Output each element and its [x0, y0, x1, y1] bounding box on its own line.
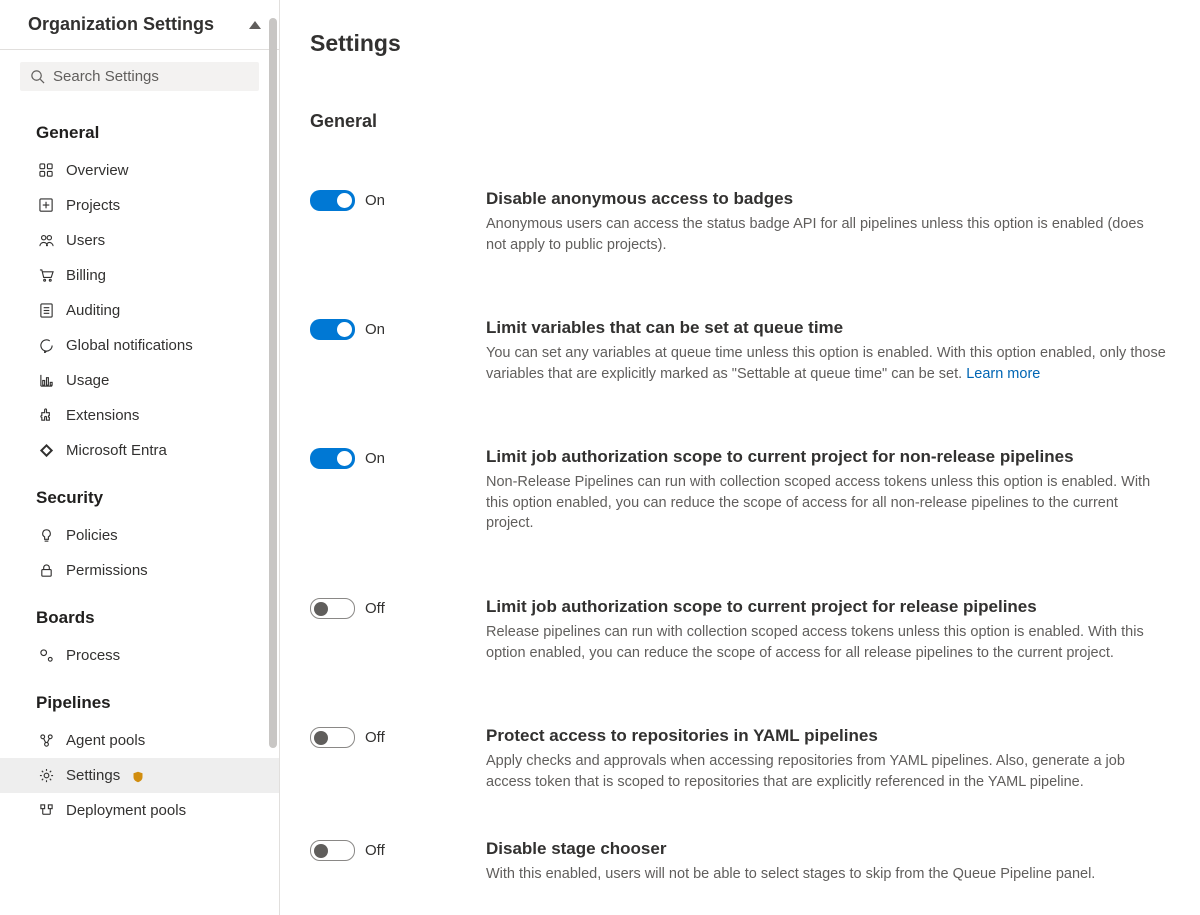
toggle-state: On — [365, 450, 385, 467]
sidebar-item-extensions[interactable]: Extensions — [0, 398, 279, 433]
setting-row-scope-release: Off Limit job authorization scope to cur… — [310, 598, 1170, 663]
bulb-icon — [38, 528, 54, 544]
nav-label: Global notifications — [66, 337, 193, 354]
setting-title: Limit job authorization scope to current… — [486, 597, 1166, 617]
sidebar-header: Organization Settings — [0, 0, 279, 50]
sidebar-item-billing[interactable]: Billing — [0, 258, 279, 293]
users-icon — [38, 233, 54, 249]
setting-desc-text: You can set any variables at queue time … — [486, 345, 1166, 382]
setting-title: Limit job authorization scope to current… — [486, 447, 1166, 467]
nav-label: Microsoft Entra — [66, 442, 167, 459]
pool-icon — [38, 733, 54, 749]
page-title: Settings — [310, 30, 1170, 57]
entra-icon — [38, 443, 54, 459]
scrollbar-thumb[interactable] — [269, 18, 277, 748]
sidebar-item-entra[interactable]: Microsoft Entra — [0, 433, 279, 468]
sidebar-item-permissions[interactable]: Permissions — [0, 553, 279, 588]
setting-desc: With this enabled, users will not be abl… — [486, 864, 1166, 885]
chat-icon — [38, 338, 54, 354]
toggle-scope-release[interactable] — [310, 598, 355, 619]
toggle-state: On — [365, 192, 385, 209]
sidebar-item-overview[interactable]: Overview — [0, 153, 279, 188]
grid-icon — [38, 163, 54, 179]
puzzle-icon — [38, 408, 54, 424]
deploy-icon — [38, 803, 54, 819]
nav-label: Overview — [66, 162, 129, 179]
toggle-state: Off — [365, 729, 385, 746]
lock-icon — [38, 563, 54, 579]
nav-section-general: General — [0, 103, 279, 153]
setting-row-yaml-repo: Off Protect access to repositories in YA… — [310, 727, 1170, 792]
nav-section-boards: Boards — [0, 588, 279, 638]
setting-desc: Release pipelines can run with collectio… — [486, 622, 1166, 663]
sidebar-item-users[interactable]: Users — [0, 223, 279, 258]
search-input[interactable]: Search Settings — [20, 62, 259, 91]
nav-scroll: General Overview Projects Users Billing … — [0, 103, 279, 915]
sidebar-item-deployment-pools[interactable]: Deployment pools — [0, 793, 279, 828]
toggle-state: On — [365, 321, 385, 338]
sidebar-item-settings[interactable]: Settings — [0, 758, 279, 793]
sidebar-item-projects[interactable]: Projects — [0, 188, 279, 223]
nav-label: Policies — [66, 527, 118, 544]
sidebar-item-notifications[interactable]: Global notifications — [0, 328, 279, 363]
nav-label: Settings — [66, 767, 120, 784]
nav-label: Auditing — [66, 302, 120, 319]
setting-desc: Apply checks and approvals when accessin… — [486, 751, 1166, 792]
list-icon — [38, 303, 54, 319]
setting-row-badges: On Disable anonymous access to badges An… — [310, 190, 1170, 255]
nav-label: Permissions — [66, 562, 148, 579]
setting-title: Disable stage chooser — [486, 839, 1166, 859]
nav-section-pipelines: Pipelines — [0, 673, 279, 723]
sidebar-item-policies[interactable]: Policies — [0, 518, 279, 553]
nav-label: Extensions — [66, 407, 139, 424]
nav-section-security: Security — [0, 468, 279, 518]
gear-icon — [38, 768, 54, 784]
nav-label: Users — [66, 232, 105, 249]
nav-label: Agent pools — [66, 732, 145, 749]
cart-icon — [38, 268, 54, 284]
nav-label: Billing — [66, 267, 106, 284]
nav-label: Process — [66, 647, 120, 664]
collapse-icon[interactable] — [249, 21, 261, 29]
toggle-scope-nonrelease[interactable] — [310, 448, 355, 469]
nav-label: Projects — [66, 197, 120, 214]
toggle-badges[interactable] — [310, 190, 355, 211]
setting-desc: You can set any variables at queue time … — [486, 343, 1166, 384]
sidebar: Organization Settings Search Settings Ge… — [0, 0, 280, 915]
toggle-queue-vars[interactable] — [310, 319, 355, 340]
toggle-state: Off — [365, 842, 385, 859]
gear-small-icon — [38, 648, 54, 664]
nav-label: Usage — [66, 372, 109, 389]
section-title: General — [310, 111, 1170, 132]
main-content: Settings General On Disable anonymous ac… — [280, 0, 1200, 915]
shield-icon — [132, 770, 144, 782]
sidebar-item-process[interactable]: Process — [0, 638, 279, 673]
sidebar-title: Organization Settings — [28, 14, 214, 35]
setting-desc: Anonymous users can access the status ba… — [486, 214, 1166, 255]
setting-title: Protect access to repositories in YAML p… — [486, 726, 1166, 746]
search-placeholder: Search Settings — [53, 68, 159, 85]
setting-row-stage-chooser: Off Disable stage chooser With this enab… — [310, 840, 1170, 885]
nav-label: Deployment pools — [66, 802, 186, 819]
sidebar-item-agent-pools[interactable]: Agent pools — [0, 723, 279, 758]
toggle-stage-chooser[interactable] — [310, 840, 355, 861]
setting-row-scope-nonrelease: On Limit job authorization scope to curr… — [310, 448, 1170, 534]
sidebar-item-auditing[interactable]: Auditing — [0, 293, 279, 328]
toggle-yaml-repo[interactable] — [310, 727, 355, 748]
search-icon — [30, 69, 45, 84]
setting-title: Disable anonymous access to badges — [486, 189, 1166, 209]
setting-title: Limit variables that can be set at queue… — [486, 318, 1166, 338]
toggle-state: Off — [365, 600, 385, 617]
chart-icon — [38, 373, 54, 389]
sidebar-item-usage[interactable]: Usage — [0, 363, 279, 398]
setting-desc: Non-Release Pipelines can run with colle… — [486, 472, 1166, 534]
setting-row-queue-vars: On Limit variables that can be set at qu… — [310, 319, 1170, 384]
learn-more-link[interactable]: Learn more — [966, 366, 1040, 382]
plus-box-icon — [38, 198, 54, 214]
